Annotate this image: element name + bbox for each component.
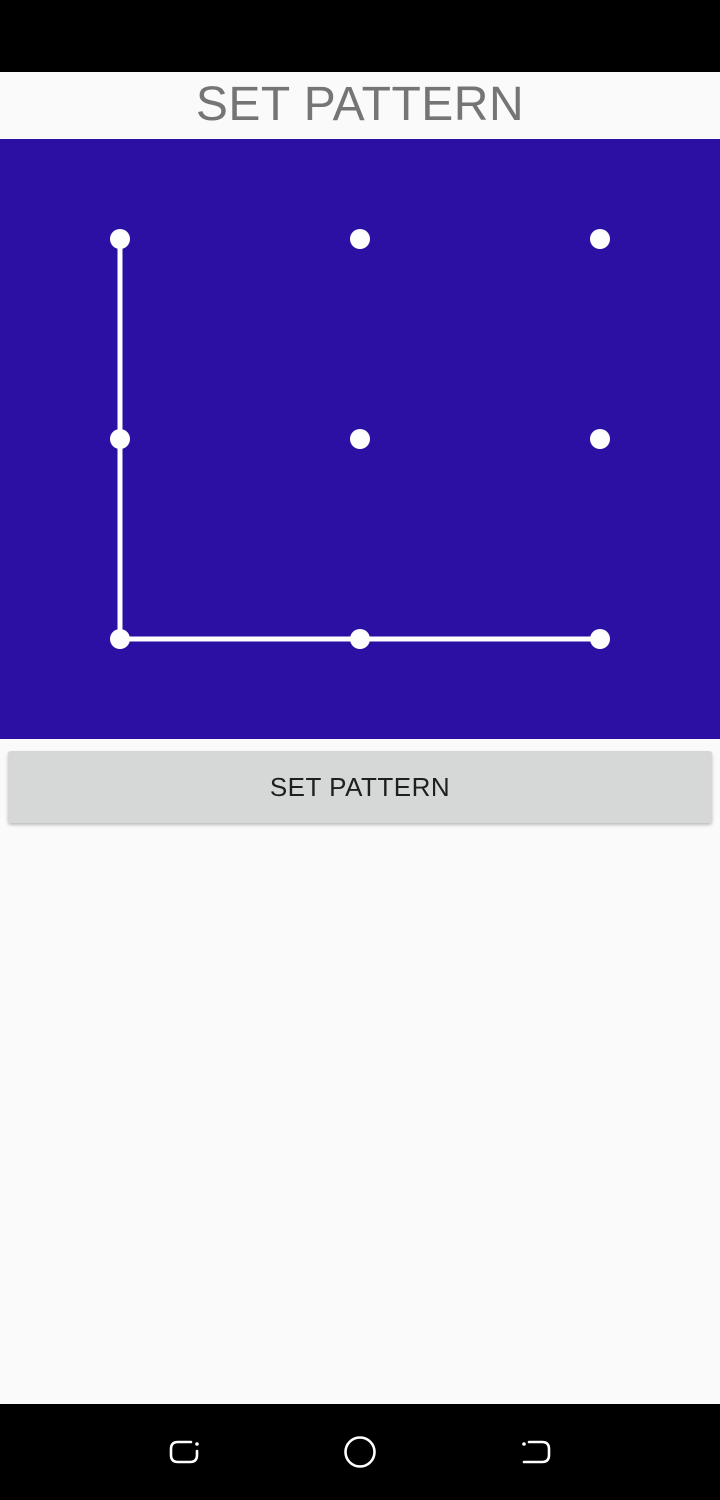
pattern-dot-8[interactable] (350, 629, 370, 649)
pattern-dot-5[interactable] (350, 429, 370, 449)
home-icon[interactable] (340, 1432, 380, 1472)
pattern-dot-3[interactable] (590, 229, 610, 249)
pattern-dot-6[interactable] (590, 429, 610, 449)
pattern-dot-2[interactable] (350, 229, 370, 249)
back-icon[interactable] (516, 1432, 556, 1472)
pattern-lock-area[interactable] (0, 139, 720, 739)
status-bar (0, 0, 720, 72)
navigation-bar (0, 1404, 720, 1500)
set-pattern-button[interactable]: SET PATTERN (8, 751, 712, 823)
pattern-grid[interactable] (0, 139, 720, 739)
recent-apps-icon[interactable] (164, 1432, 204, 1472)
pattern-dot-1[interactable] (110, 229, 130, 249)
title-bar: SET PATTERN (0, 72, 720, 139)
page-title: SET PATTERN (195, 77, 525, 131)
pattern-dot-7[interactable] (110, 629, 130, 649)
pattern-dot-4[interactable] (110, 429, 130, 449)
pattern-dot-9[interactable] (590, 629, 610, 649)
